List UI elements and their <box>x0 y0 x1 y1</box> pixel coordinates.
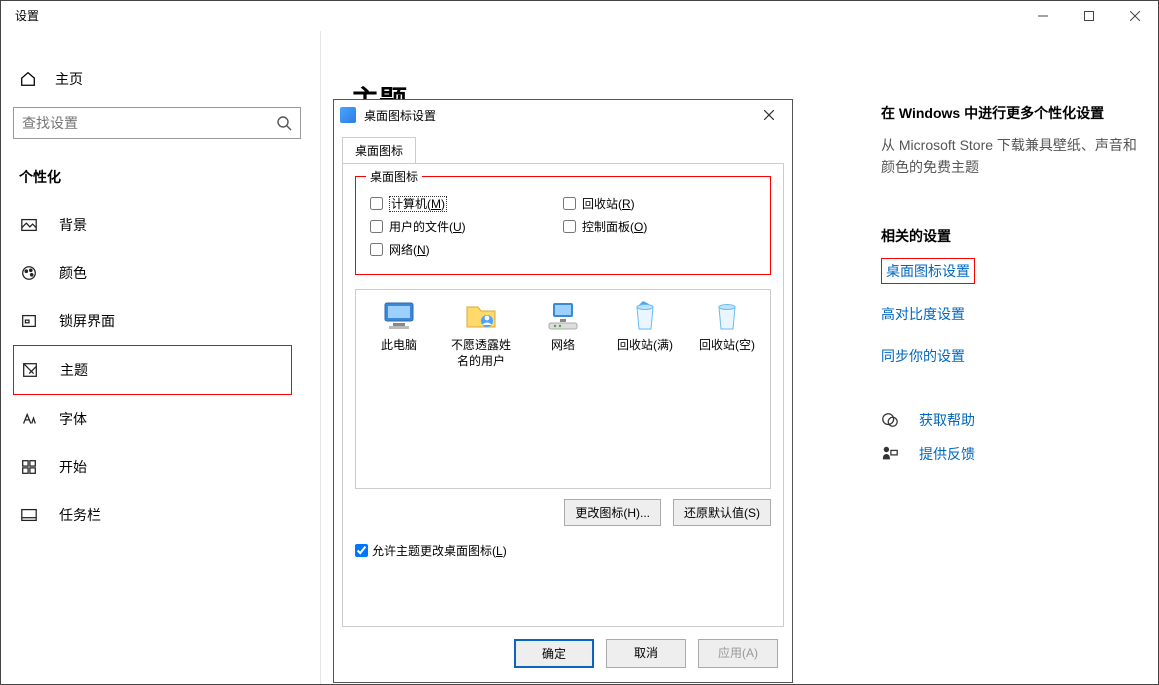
sidebar-item-label: 主题 <box>60 360 88 380</box>
sidebar-item-label: 任务栏 <box>59 505 101 525</box>
sidebar-item-label: 背景 <box>59 215 87 235</box>
right-desc: 从 Microsoft Store 下载兼具壁纸、声音和颜色的免费主题 <box>881 135 1141 178</box>
group-legend: 桌面图标 <box>366 168 422 185</box>
start-icon <box>19 458 39 476</box>
desktop-icon-check[interactable]: 计算机(M) <box>370 195 563 212</box>
right-pane: 在 Windows 中进行更多个性化设置 从 Microsoft Store 下… <box>881 103 1141 464</box>
sidebar-item-fonts[interactable]: 字体 <box>13 395 292 443</box>
right-heading-related: 相关的设置 <box>881 226 1141 246</box>
home-icon <box>19 70 37 88</box>
sidebar-item-lockscreen[interactable]: 锁屏界面 <box>13 297 292 345</box>
nav-list: 背景颜色锁屏界面主题字体开始任务栏 <box>13 201 292 539</box>
icon-preview-item[interactable]: 回收站(满) <box>612 298 678 354</box>
cancel-button[interactable]: 取消 <box>606 639 686 668</box>
dialog-title: 桌面图标设置 <box>364 107 436 124</box>
home-nav[interactable]: 主页 <box>13 65 292 103</box>
restore-default-button[interactable]: 还原默认值(S) <box>673 499 771 526</box>
search-icon <box>276 115 292 131</box>
titlebar: 设置 <box>1 1 1158 31</box>
dialog-titlebar: 桌面图标设置 <box>334 100 792 130</box>
help-link[interactable]: 提供反馈 <box>881 444 1141 464</box>
related-link[interactable]: 同步你的设置 <box>881 346 1141 366</box>
settings-window: 设置 主页 <box>0 0 1159 685</box>
allow-theme-change-check[interactable]: 允许主题更改桌面图标(L) <box>355 542 771 559</box>
icon-preview-item[interactable]: 此电脑 <box>366 298 432 354</box>
sidebar-item-label: 锁屏界面 <box>59 311 115 331</box>
search-box[interactable] <box>13 107 301 139</box>
fonts-icon <box>19 410 39 428</box>
sidebar: 主页 个性化 背景颜色锁屏界面主题字体开始任务栏 <box>1 31 321 684</box>
allow-theme-checkbox[interactable] <box>355 544 368 557</box>
themes-icon <box>20 361 40 379</box>
window-controls <box>1020 1 1158 31</box>
bin-full-icon <box>625 298 665 334</box>
sidebar-item-label: 开始 <box>59 457 87 477</box>
close-button[interactable] <box>1112 1 1158 31</box>
icon-preview-grid[interactable]: 此电脑不愿透露姓名的用户网络回收站(满) 回收站(空) <box>355 289 771 489</box>
icon-preview-item[interactable]: 回收站(空) <box>694 298 760 354</box>
help-icon <box>881 411 901 429</box>
desktop-icon-check[interactable]: 控制面板(O) <box>563 218 756 235</box>
network-icon <box>543 298 583 334</box>
search-input[interactable] <box>22 115 276 131</box>
desktop-icon-check[interactable]: 回收站(R) <box>563 195 756 212</box>
tab-desktop-icons[interactable]: 桌面图标 <box>342 137 416 164</box>
sidebar-item-colors[interactable]: 颜色 <box>13 249 292 297</box>
desktop-icon-check[interactable]: 网络(N) <box>370 241 563 258</box>
change-icon-button[interactable]: 更改图标(H)... <box>564 499 661 526</box>
dialog-close-button[interactable] <box>754 104 784 126</box>
ok-button[interactable]: 确定 <box>514 639 594 668</box>
dialog-tabs: 桌面图标 <box>334 130 792 163</box>
maximize-button[interactable] <box>1066 1 1112 31</box>
bin-empty-icon <box>707 298 747 334</box>
background-icon <box>19 216 39 234</box>
feedback-icon <box>881 445 901 463</box>
desktop-icon-dialog: 桌面图标设置 桌面图标 桌面图标 计算机(M) 用户的文件(U) 网络(N) 回收站… <box>333 99 793 683</box>
help-link[interactable]: 获取帮助 <box>881 410 1141 430</box>
icon-preview-item[interactable]: 不愿透露姓名的用户 <box>448 298 514 369</box>
section-header: 个性化 <box>13 163 292 201</box>
sidebar-item-background[interactable]: 背景 <box>13 201 292 249</box>
right-heading-more: 在 Windows 中进行更多个性化设置 <box>881 103 1141 123</box>
colors-icon <box>19 264 39 282</box>
dialog-footer: 确定 取消 应用(A) <box>334 627 792 682</box>
sidebar-item-start[interactable]: 开始 <box>13 443 292 491</box>
apply-button[interactable]: 应用(A) <box>698 639 778 668</box>
icon-preview-item[interactable]: 网络 <box>530 298 596 354</box>
folder-icon <box>461 298 501 334</box>
minimize-button[interactable] <box>1020 1 1066 31</box>
home-label: 主页 <box>55 69 83 89</box>
pc-icon <box>379 298 419 334</box>
related-link[interactable]: 高对比度设置 <box>881 304 1141 324</box>
taskbar-icon <box>19 506 39 524</box>
lockscreen-icon <box>19 312 39 330</box>
window-title: 设置 <box>15 7 39 24</box>
sidebar-item-label: 颜色 <box>59 263 87 283</box>
sidebar-item-themes[interactable]: 主题 <box>13 345 292 395</box>
desktop-icon-check[interactable]: 用户的文件(U) <box>370 218 563 235</box>
related-link[interactable]: 桌面图标设置 <box>881 258 975 284</box>
dialog-tab-page: 桌面图标 计算机(M) 用户的文件(U) 网络(N) 回收站(R) 控制面板(O) 此… <box>342 163 784 627</box>
desktop-icons-group: 桌面图标 计算机(M)用户的文件(U)网络(N) 回收站(R)控制面板(O) <box>355 176 771 275</box>
sidebar-item-label: 字体 <box>59 409 87 429</box>
sidebar-item-taskbar[interactable]: 任务栏 <box>13 491 292 539</box>
dialog-app-icon <box>340 107 356 123</box>
